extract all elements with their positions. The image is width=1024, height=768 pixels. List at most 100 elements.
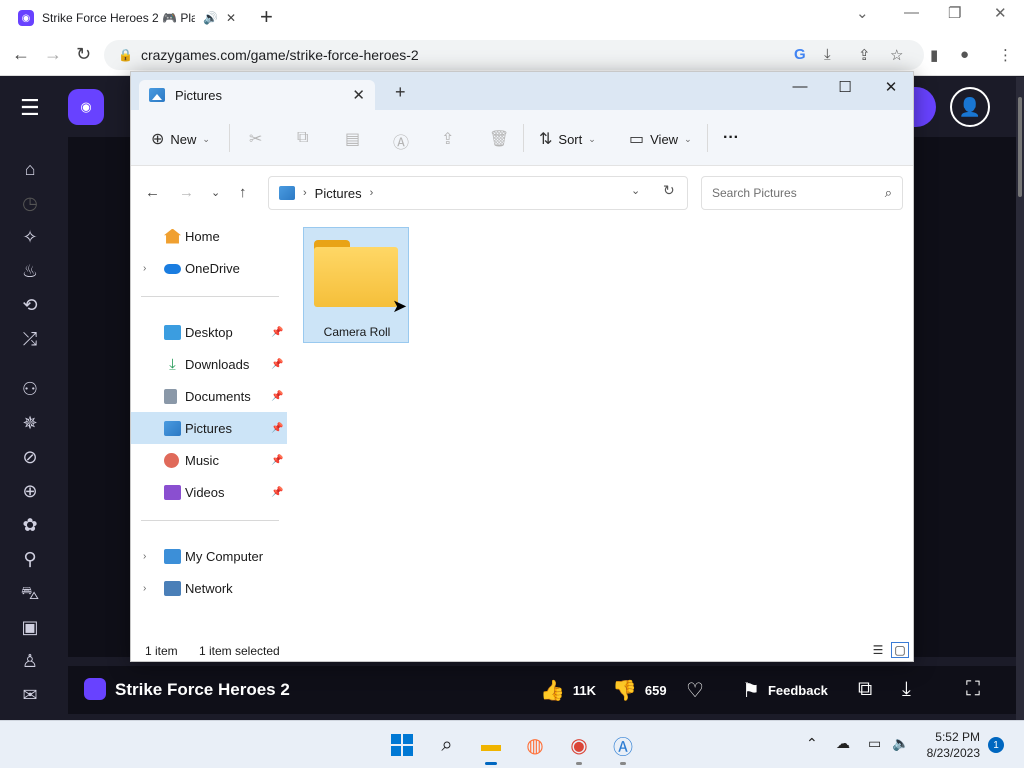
explorer-tab-pictures[interactable]: Pictures ✕ <box>139 80 375 110</box>
view-button[interactable]: ▭ View ⌄ <box>629 129 692 149</box>
system-clock[interactable]: 5:52 PM 8/23/2023 <box>918 729 980 761</box>
like-button[interactable]: 👍 11K <box>540 678 596 703</box>
breadcrumb-pictures[interactable]: Pictures <box>315 186 362 201</box>
notification-badge[interactable]: 1 <box>988 737 1004 753</box>
action-icon[interactable]: ✵ <box>18 413 42 437</box>
scrollbar-thumb[interactable] <box>1018 97 1022 197</box>
bike-icon[interactable]: ⚲ <box>18 549 42 573</box>
recent-icon[interactable]: ◷ <box>18 193 42 217</box>
nav-item-music[interactable]: Music 📌 <box>131 444 287 476</box>
basketball-icon[interactable]: ⊕ <box>18 481 42 505</box>
rename-button[interactable]: Ⓐ <box>393 129 409 153</box>
home-icon[interactable]: ⌂ <box>18 159 42 183</box>
refresh-icon[interactable]: ↻ <box>663 182 675 199</box>
adventure-compass-icon[interactable]: ⊘ <box>18 447 42 471</box>
address-history-chevron-icon[interactable]: ⌄ <box>631 184 640 197</box>
share-button[interactable]: ⇪ <box>441 129 454 149</box>
cut-button[interactable]: ✂ <box>249 129 262 149</box>
large-icons-view-icon[interactable]: ▢ <box>891 642 909 658</box>
lock-icon[interactable]: 🔒 <box>118 48 133 62</box>
share-icon[interactable]: ⇪ <box>858 46 871 64</box>
more-options-button[interactable]: ··· <box>723 129 739 147</box>
browser-restore-button[interactable]: ❐ <box>948 4 961 22</box>
google-icon[interactable]: G <box>794 46 806 63</box>
explorer-minimize-button[interactable]: — <box>785 78 815 95</box>
new-button[interactable]: ⊕ New ⌄ <box>151 129 210 149</box>
up-arrow-icon[interactable]: ↑ <box>239 184 247 201</box>
speaker-icon[interactable]: 🔊 <box>203 11 218 25</box>
nav-item-onedrive[interactable]: › OneDrive <box>131 252 287 284</box>
onedrive-tray-icon[interactable]: ☁ <box>836 735 850 752</box>
reload-icon[interactable]: ↻ <box>76 44 91 65</box>
new-tab-button[interactable]: + <box>260 4 273 30</box>
hamburger-menu-icon[interactable]: ☰ <box>20 95 40 121</box>
forward-arrow-icon[interactable]: → <box>44 44 62 65</box>
browser-menu-icon[interactable]: ⋮ <box>998 46 1013 64</box>
breadcrumb-chevron-icon[interactable]: › <box>370 187 374 199</box>
explorer-close-button[interactable]: ✕ <box>876 78 906 96</box>
taskbar-search-icon[interactable]: ⌕ <box>433 731 461 759</box>
nav-item-videos[interactable]: Videos 📌 <box>131 476 287 508</box>
random-shuffle-icon[interactable]: ⤮ <box>18 329 42 353</box>
sort-button[interactable]: ⇅ Sort ⌄ <box>539 129 596 149</box>
breadcrumb-chevron-icon[interactable]: › <box>303 187 307 199</box>
browser-minimize-button[interactable]: — <box>904 4 919 21</box>
profile-avatar-icon[interactable]: ● <box>960 46 969 63</box>
show-hidden-icons-chevron-icon[interactable]: ⌃ <box>806 735 818 752</box>
card-icon[interactable]: ▣ <box>18 617 42 641</box>
explorer-tab-close-icon[interactable]: ✕ <box>352 86 365 104</box>
search-box[interactable]: ⌕ <box>701 176 903 210</box>
recent-locations-chevron-icon[interactable]: ⌄ <box>211 186 220 199</box>
volume-icon[interactable]: 🔈 <box>892 735 909 752</box>
back-arrow-icon[interactable]: ← <box>12 44 30 65</box>
pin-icon[interactable]: 📌 <box>271 487 283 498</box>
download-button[interactable]: ⤓ <box>902 678 911 701</box>
nav-item-home[interactable]: Home <box>131 220 287 252</box>
network-tray-icon[interactable]: ▭ <box>868 735 881 752</box>
details-view-icon[interactable]: ☰ <box>869 642 887 658</box>
tab-close-icon[interactable]: ✕ <box>226 11 236 25</box>
firefox-icon[interactable]: ◍ <box>521 731 549 759</box>
app-icon[interactable]: Ⓐ <box>609 731 637 765</box>
expand-chevron-icon[interactable]: › <box>143 551 146 562</box>
page-scrollbar[interactable] <box>1016 77 1024 720</box>
embed-button[interactable]: ⧉ <box>858 678 872 701</box>
new-sparkle-icon[interactable]: ✧ <box>18 227 42 251</box>
sidepanel-icon[interactable]: ▮ <box>930 46 938 64</box>
explorer-titlebar[interactable]: Pictures ✕ + — ☐ ✕ <box>131 72 913 110</box>
breadcrumb[interactable]: › Pictures › <box>268 176 688 210</box>
expand-chevron-icon[interactable]: › <box>143 583 146 594</box>
nav-item-downloads[interactable]: ⤓ Downloads 📌 <box>131 348 287 380</box>
dislike-button[interactable]: 👎 659 <box>612 678 667 703</box>
chrome-icon[interactable]: ◉ <box>565 731 593 765</box>
explorer-maximize-button[interactable]: ☐ <box>830 78 860 96</box>
mail-icon[interactable]: ✉ <box>18 685 42 709</box>
explorer-new-tab-button[interactable]: + <box>395 82 406 103</box>
paste-button[interactable]: ▤ <box>345 129 360 149</box>
search-input[interactable] <box>712 186 862 200</box>
casual-icon[interactable]: ♙ <box>18 651 42 675</box>
user-avatar-icon[interactable]: 👤 <box>950 87 990 127</box>
pin-icon[interactable]: 📌 <box>271 359 283 370</box>
favorite-button[interactable]: ♡ <box>686 678 704 703</box>
bookmark-star-icon[interactable]: ☆ <box>890 46 903 64</box>
start-button[interactable] <box>388 731 416 759</box>
two-player-icon[interactable]: ⚇ <box>18 379 42 403</box>
pin-icon[interactable]: 📌 <box>271 391 283 402</box>
nav-item-network[interactable]: › Network <box>131 572 287 604</box>
file-list-pane[interactable]: Camera Roll ➤ <box>303 227 903 627</box>
crazygames-logo-icon[interactable]: ◉ <box>68 89 104 125</box>
nav-item-desktop[interactable]: Desktop 📌 <box>131 316 287 348</box>
search-icon[interactable]: ⌕ <box>885 185 892 201</box>
file-explorer-taskbar-icon[interactable]: ▬ <box>477 731 505 765</box>
browser-tab[interactable]: ◉ Strike Force Heroes 2 🎮 Pla 🔊 ✕ <box>8 2 246 34</box>
forward-arrow-icon[interactable]: → <box>179 184 194 201</box>
install-icon[interactable]: ⤓ <box>824 46 831 63</box>
updated-icon[interactable]: ⟲ <box>18 295 42 319</box>
pin-icon[interactable]: 📌 <box>271 455 283 466</box>
fullscreen-button[interactable]: ⛶ <box>966 678 980 701</box>
beauty-icon[interactable]: ✿ <box>18 515 42 539</box>
feedback-button[interactable]: ⚑ Feedback <box>742 678 828 703</box>
tab-search-icon[interactable]: ⌄ <box>856 4 869 22</box>
trending-fire-icon[interactable]: ♨ <box>18 261 42 285</box>
